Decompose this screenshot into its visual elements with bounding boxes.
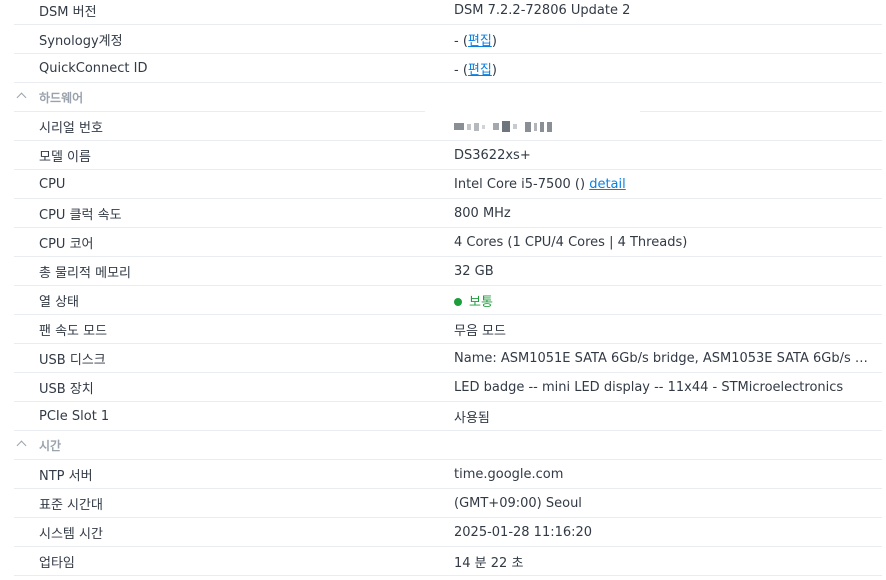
section-title: 하드웨어 <box>39 91 84 105</box>
row-label: QuickConnect ID <box>39 61 148 76</box>
row-value: 보통 <box>454 291 868 310</box>
cpu-value-text: Intel Core i5-7500 () <box>454 177 590 192</box>
info-list: DSM 버전 DSM 7.2.2-72806 Update 2 Synology… <box>0 0 886 576</box>
row-cpu-clock: CPU 클럭 속도 800 MHz <box>0 199 886 228</box>
row-value: 무음 모드 <box>454 324 506 339</box>
row-thermal-status: 열 상태 보통 <box>0 286 886 315</box>
row-value: 800 MHz <box>454 206 511 221</box>
redacted-serial-value <box>454 121 555 132</box>
row-value: 4 Cores (1 CPU/4 Cores | 4 Threads) <box>454 235 688 250</box>
row-value: time.google.com <box>454 467 564 482</box>
row-label: 표준 시간대 <box>39 498 103 513</box>
section-title: 시간 <box>39 439 62 453</box>
thermal-status-text: 보통 <box>469 295 493 310</box>
row-value: Intel Core i5-7500 () detail <box>454 177 868 192</box>
row-label: 시스템 시간 <box>39 527 103 542</box>
row-label: Synology계정 <box>39 34 123 49</box>
row-value: 사용됨 <box>454 411 490 426</box>
row-label: CPU <box>39 177 66 192</box>
divider-mask <box>425 108 640 114</box>
row-value: Name: ASM1051E SATA 6Gb/s bridge, ASM105… <box>454 351 868 366</box>
info-center-general-panel: DSM 버전 DSM 7.2.2-72806 Update 2 Synology… <box>0 0 886 580</box>
row-serial-number: 시리얼 번호 <box>0 108 886 141</box>
row-label: PCIe Slot 1 <box>39 409 110 424</box>
value-prefix: - ( <box>454 63 468 78</box>
row-time-zone: 표준 시간대 (GMT+09:00) Seoul <box>0 489 886 518</box>
chevron-up-icon[interactable] <box>16 440 27 451</box>
status-dot-icon <box>454 297 462 306</box>
value-prefix: - ( <box>454 34 468 49</box>
row-quickconnect-id: QuickConnect ID - (편집) <box>0 54 886 83</box>
row-label: 총 물리적 메모리 <box>39 266 131 281</box>
row-label: 팬 속도 모드 <box>39 324 108 339</box>
row-label: CPU 클럭 속도 <box>39 208 122 223</box>
row-label: CPU 코어 <box>39 237 94 252</box>
row-model-name: 모델 이름 DS3622xs+ <box>0 141 886 170</box>
row-label: USB 장치 <box>39 382 94 397</box>
row-label: 모델 이름 <box>39 150 91 165</box>
row-label: 열 상태 <box>39 295 80 310</box>
row-system-time: 시스템 시간 2025-01-28 11:16:20 <box>0 518 886 547</box>
row-value: DS3622xs+ <box>454 148 531 163</box>
row-cpu-cores: CPU 코어 4 Cores (1 CPU/4 Cores | 4 Thread… <box>0 228 886 257</box>
value-suffix: ) <box>491 63 497 78</box>
edit-synology-account-link[interactable]: 편집 <box>468 34 492 49</box>
row-physical-memory: 총 물리적 메모리 32 GB <box>0 257 886 286</box>
row-usb-disk: USB 디스크 Name: ASM1051E SATA 6Gb/s bridge… <box>0 344 886 373</box>
row-value: LED badge -- mini LED display -- 11x44 -… <box>454 380 844 395</box>
row-uptime: 업타임 14 분 22 초 <box>0 547 886 576</box>
row-value: DSM 7.2.2-72806 Update 2 <box>454 3 631 18</box>
row-label: 업타임 <box>39 556 75 571</box>
row-label: USB 디스크 <box>39 353 106 368</box>
row-cpu: CPU Intel Core i5-7500 () detail <box>0 170 886 199</box>
cpu-detail-link[interactable]: detail <box>589 177 626 192</box>
row-label: DSM 버전 <box>39 5 97 20</box>
row-pcie-slot: PCIe Slot 1 사용됨 <box>0 402 886 431</box>
row-value: 32 GB <box>454 264 494 279</box>
row-fan-mode: 팬 속도 모드 무음 모드 <box>0 315 886 344</box>
row-synology-account: Synology계정 - (편집) <box>0 25 886 54</box>
row-label: NTP 서버 <box>39 469 93 484</box>
row-value: - (편집) <box>454 30 868 49</box>
row-value: 14 분 22 초 <box>454 556 524 571</box>
row-dsm-version: DSM 버전 DSM 7.2.2-72806 Update 2 <box>0 0 886 25</box>
row-label: 시리얼 번호 <box>39 121 103 136</box>
row-value: - (편집) <box>454 59 868 78</box>
row-value: 2025-01-28 11:16:20 <box>454 525 593 540</box>
edit-quickconnect-link[interactable]: 편집 <box>468 63 492 78</box>
row-usb-device: USB 장치 LED badge -- mini LED display -- … <box>0 373 886 402</box>
chevron-up-icon[interactable] <box>16 92 27 103</box>
section-header-time[interactable]: 시간 <box>0 431 886 460</box>
row-ntp-server: NTP 서버 time.google.com <box>0 460 886 489</box>
value-suffix: ) <box>491 34 497 49</box>
row-value: (GMT+09:00) Seoul <box>454 496 582 511</box>
